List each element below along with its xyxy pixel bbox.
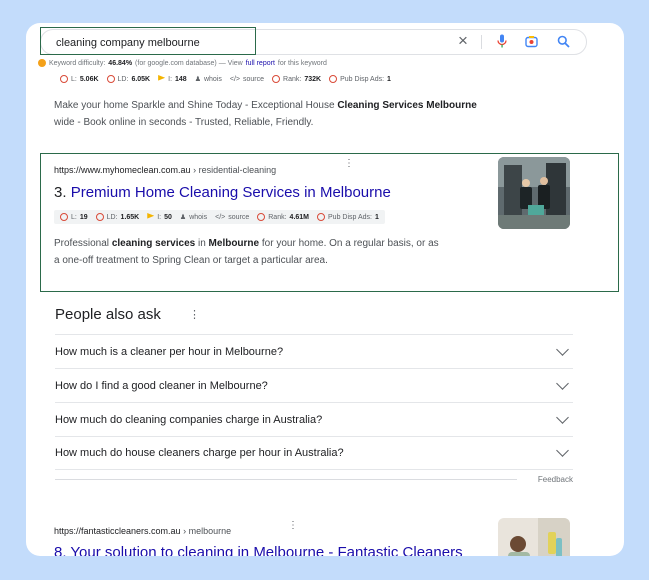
keyword-difficulty: Keyword difficulty: 46.84% (for google.c… <box>38 59 327 67</box>
whois-link[interactable]: ♟ whois <box>194 75 222 84</box>
paa-footer: Feedback <box>55 475 573 484</box>
kd-db: (for google.com database) — View <box>135 59 243 67</box>
paa-question-label: How do I find a good cleaner in Melbourn… <box>55 379 268 392</box>
paa-question[interactable]: How do I find a good cleaner in Melbourn… <box>55 368 573 402</box>
serp-card: cleaning company melbourne × Keyword dif… <box>26 23 624 556</box>
paa-question[interactable]: How much do cleaning companies charge in… <box>55 402 573 436</box>
mic-icon[interactable] <box>494 33 510 49</box>
result-3-url[interactable]: https://www.myhomeclean.com.au › residen… <box>54 165 276 175</box>
rank-ring-icon <box>106 75 115 83</box>
paa-question[interactable]: How much do house cleaners charge per ho… <box>55 436 573 470</box>
paa-question-label: How much do cleaning companies charge in… <box>55 413 323 426</box>
prev-result-metrics: L: 5.06K LD: 6.05K I: 148 ♟ whois </> source … <box>60 75 391 83</box>
paa-question[interactable]: How much is a cleaner per hour in Melbou… <box>55 334 573 368</box>
code-icon: </> <box>229 75 241 83</box>
search-icon[interactable] <box>555 33 571 49</box>
source-link[interactable]: </> source <box>215 214 249 221</box>
code-icon: </> <box>215 213 226 221</box>
chevron-down-icon[interactable] <box>556 376 569 390</box>
paa-heading: People also ask <box>55 306 161 323</box>
flag-icon <box>158 75 166 81</box>
kebab-icon[interactable]: ⋮ <box>288 520 298 531</box>
kd-label: Keyword difficulty: <box>49 59 106 67</box>
search-divider <box>481 35 482 49</box>
whois-link[interactable]: ♟ whois <box>179 213 207 222</box>
rank-ring-icon <box>272 75 281 83</box>
result-3-thumbnail[interactable] <box>498 157 570 229</box>
result-3-metrics: L: 19 LD: 1.65K I: 50 ♟ whois </> source Rank… <box>54 210 385 224</box>
rank-ring-icon <box>329 75 338 83</box>
feedback-link[interactable]: Feedback <box>538 475 573 484</box>
close-icon[interactable]: × <box>455 32 471 49</box>
lens-icon[interactable] <box>523 33 539 49</box>
divider <box>55 479 517 480</box>
chevron-down-icon[interactable] <box>556 410 569 424</box>
rank-ring-icon <box>60 213 68 221</box>
search-input[interactable]: cleaning company melbourne <box>56 37 200 49</box>
result-3-snippet: Professional cleaning services in Melbou… <box>54 238 439 266</box>
paa-question-label: How much is a cleaner per hour in Melbou… <box>55 345 284 358</box>
result-8-title[interactable]: 8. Your solution to cleaning in Melbourn… <box>54 544 463 556</box>
keyword-difficulty-icon <box>38 59 46 67</box>
rank-ring-icon <box>257 213 266 221</box>
kd-suffix: for this keyword <box>277 59 327 67</box>
source-link[interactable]: </> source <box>230 76 264 83</box>
kd-value: 46.84% <box>108 59 133 67</box>
rank-ring-icon <box>95 213 104 221</box>
result-8-thumbnail[interactable] <box>498 518 570 556</box>
chevron-down-icon[interactable] <box>556 342 569 356</box>
rank-ring-icon <box>317 213 326 221</box>
prev-result-snippet: Make your home Sparkle and Shine Today -… <box>54 100 477 128</box>
whois-icon: ♟ <box>179 214 187 221</box>
flag-icon <box>147 213 155 219</box>
kebab-icon[interactable]: ⋮ <box>344 158 354 169</box>
whois-icon: ♟ <box>194 76 201 83</box>
rank-ring-icon <box>60 75 68 83</box>
result-8-url[interactable]: https://fantasticcleaners.com.au › melbo… <box>54 526 231 536</box>
paa-question-label: How much do house cleaners charge per ho… <box>55 447 344 459</box>
kebab-icon[interactable]: ⋮ <box>189 308 200 321</box>
result-3-title[interactable]: 3. Premium Home Cleaning Services in Mel… <box>54 184 391 201</box>
chevron-down-icon[interactable] <box>556 444 569 457</box>
kd-report-link[interactable]: full report <box>246 60 275 67</box>
